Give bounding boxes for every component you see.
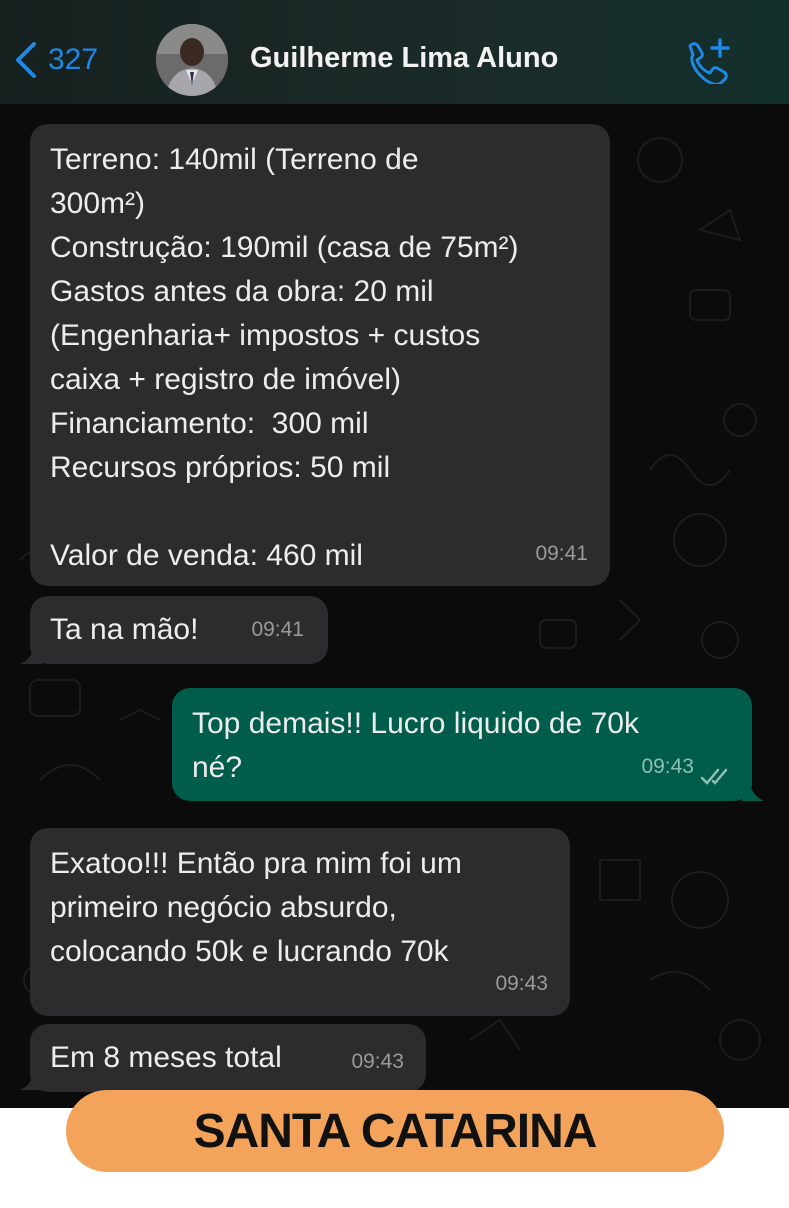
read-receipt-icon — [700, 768, 728, 785]
message-outgoing[interactable]: Top demais!! Lucro liquido de 70k né? 09… — [172, 688, 752, 801]
back-button[interactable]: 327 — [12, 34, 98, 86]
message-time: 09:41 — [251, 618, 304, 641]
chat-screen: 327 Guilherme Lima Aluno Terreno: 140mil… — [0, 0, 789, 1108]
chevron-left-icon — [16, 42, 36, 78]
message-time: 09:43 — [351, 1050, 404, 1073]
avatar-image — [156, 24, 228, 96]
message-text: Exatoo!!! Então pra mim foi um primeiro … — [50, 847, 462, 968]
contact-avatar[interactable] — [156, 24, 228, 96]
contact-name[interactable]: Guilherme Lima Aluno — [250, 42, 558, 75]
unread-count: 327 — [48, 43, 99, 76]
message-text: Terreno: 140mil (Terreno de 300m²) Const… — [50, 143, 519, 572]
message-time: 09:43 — [641, 755, 694, 778]
add-call-icon[interactable] — [682, 36, 734, 84]
location-banner: SANTA CATARINA — [66, 1090, 724, 1172]
message-time: 09:43 — [495, 972, 548, 995]
banner-label: SANTA CATARINA — [193, 1104, 598, 1158]
chat-header: 327 Guilherme Lima Aluno — [0, 0, 789, 104]
message-incoming[interactable]: Exatoo!!! Então pra mim foi um primeiro … — [30, 828, 570, 1016]
message-incoming[interactable]: Em 8 meses total 09:43 — [30, 1024, 426, 1092]
message-incoming[interactable]: Ta na mão! 09:41 — [30, 596, 328, 664]
message-incoming[interactable]: Terreno: 140mil (Terreno de 300m²) Const… — [30, 124, 610, 586]
message-time: 09:41 — [535, 542, 588, 565]
